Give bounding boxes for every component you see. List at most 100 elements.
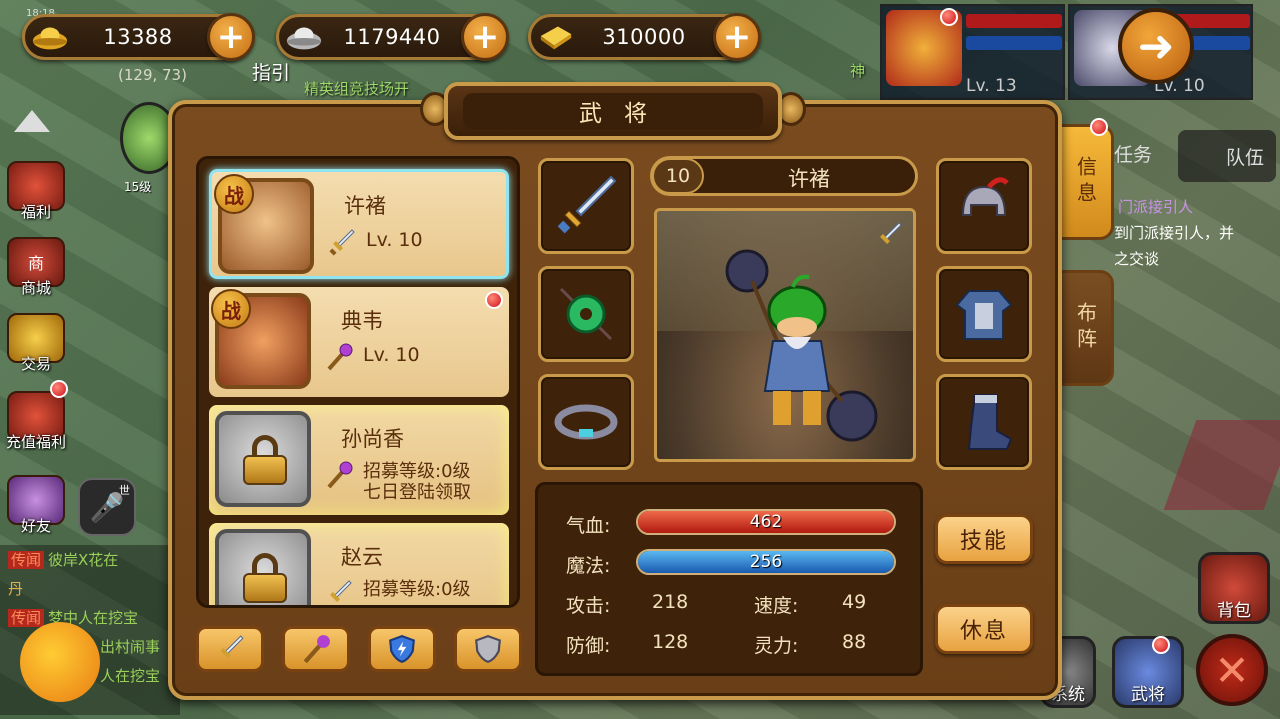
defense-label: 防御: <box>566 635 611 657</box>
equip-belt-slot[interactable] <box>538 374 634 470</box>
gold-ingot-icon <box>32 27 68 50</box>
hero-card-xuchu[interactable]: 战 许褚 Lv. 10 <box>209 169 509 279</box>
add-gold-ingot-button[interactable]: + <box>207 13 255 61</box>
equip-weapon-slot[interactable] <box>538 158 634 254</box>
sword-icon <box>330 580 352 602</box>
recruit-condition: 七日登陆领取 <box>363 482 471 503</box>
mall-button[interactable]: 商 商城 <box>2 226 70 298</box>
equip-boots-slot[interactable] <box>936 374 1032 470</box>
sword-icon <box>329 229 355 256</box>
skill-button[interactable]: 技能 <box>935 514 1033 564</box>
panel-title-plate: 武将 <box>444 82 782 140</box>
silver-ingot-currency: 1179440 + <box>276 13 509 61</box>
filter-shield-button[interactable] <box>454 626 522 672</box>
npc-level-text: 15级 <box>124 180 152 194</box>
hero-name: 赵云 <box>341 545 383 569</box>
belt-icon <box>554 404 618 440</box>
party-level: Lv. 13 <box>966 76 1017 96</box>
notification-dot <box>940 8 958 26</box>
expand-arrow-button[interactable]: ➜ <box>1118 8 1194 84</box>
plus-icon: + <box>470 17 500 57</box>
hero-list[interactable]: 战 许褚 Lv. 10 战 典韦 Lv. 10 孙尚香 招募等级:0级 七日登陆… <box>196 156 520 608</box>
collapse-arrow-icon[interactable] <box>14 110 50 132</box>
gold-ingot-currency: 13388 + <box>22 13 255 61</box>
hp-label: 气血: <box>566 515 611 537</box>
hp-value: 462 <box>749 512 783 532</box>
task-text-3: 之交谈 <box>1114 250 1160 268</box>
friends-button[interactable]: 好友 <box>2 464 70 536</box>
hero-card-sunshangxiang[interactable]: 孙尚香 招募等级:0级 七日登陆领取 <box>209 405 509 515</box>
rest-button[interactable]: 休息 <box>935 604 1033 654</box>
selected-hero-name: 许褚 <box>788 167 830 191</box>
hero-card-zhaoyun[interactable]: 赵云 招募等级:0级 <box>209 523 509 605</box>
panel-title: 武将 <box>463 93 763 129</box>
tab-formation[interactable]: 布阵 <box>1058 270 1114 386</box>
trade-button[interactable]: 交易 <box>2 302 70 374</box>
sword-icon <box>220 635 244 659</box>
spirit-value: 88 <box>842 631 867 653</box>
equip-accessory-slot[interactable] <box>538 266 634 362</box>
chat-line: 传闻 彼岸X花在 <box>0 545 180 574</box>
hero-filter-row <box>196 626 526 672</box>
close-menu-button[interactable]: ✕ <box>1196 634 1268 706</box>
hero-menu-button[interactable]: 武将 <box>1112 636 1184 708</box>
equip-armor-slot[interactable] <box>936 266 1032 362</box>
silver-ingot-icon <box>286 27 322 50</box>
add-silver-ingot-button[interactable]: + <box>461 13 509 61</box>
mascot-assistant-icon[interactable] <box>20 622 100 702</box>
notification-dot <box>1090 118 1108 136</box>
hero-stats-box: 气血: 462 魔法: 256 攻击: 218 速度: 49 防御: 128 灵… <box>535 482 923 676</box>
recharge-welfare-button[interactable]: 充值福利 <box>2 380 70 452</box>
selected-hero-header: 10 许褚 <box>650 156 918 196</box>
task-button[interactable]: 任务 <box>1114 140 1152 167</box>
guide-label[interactable]: 指引 <box>252 58 290 85</box>
tab-info[interactable]: 信息 <box>1058 124 1114 240</box>
gold-bar-icon <box>540 26 572 50</box>
hero-name: 典韦 <box>341 309 383 333</box>
notification-dot <box>485 291 503 309</box>
plus-icon: + <box>216 17 246 57</box>
blue-shield-icon <box>389 635 415 663</box>
silver-ingot-value: 1179440 <box>343 25 441 49</box>
hero-card-dianwei[interactable]: 战 典韦 Lv. 10 <box>209 287 509 397</box>
hp-gauge: 462 <box>636 509 896 535</box>
team-button[interactable]: 队伍 <box>1178 130 1276 182</box>
lock-icon <box>243 553 287 603</box>
defense-value: 128 <box>652 631 689 653</box>
jade-pendant-icon <box>559 287 613 341</box>
hero-model-view[interactable] <box>654 208 916 462</box>
chat-panel[interactable]: 传闻 彼岸X花在 丹 传闻 梦中人在挖宝 出村闹事 人在挖宝 <box>0 545 180 715</box>
speed-label: 速度: <box>754 595 799 617</box>
boots-icon <box>967 394 1013 450</box>
close-icon: ✕ <box>1214 645 1250 695</box>
hero-level: Lv. 10 <box>363 344 420 366</box>
filter-sword-button[interactable] <box>196 626 264 672</box>
party-member-1[interactable]: Lv. 13 <box>880 4 1065 100</box>
gray-shield-icon <box>475 635 501 663</box>
voice-chat-button[interactable]: 🎤 世 <box>78 478 136 536</box>
event-banner-text: 精英组竞技场开 <box>304 80 410 98</box>
add-gold-bar-button[interactable]: + <box>713 13 761 61</box>
task-text-1: 门派接引人 <box>1118 198 1194 216</box>
armor-icon <box>955 290 1013 340</box>
gold-bar-currency: 310000 + <box>528 13 761 61</box>
world-text-shen: 神 <box>850 62 866 80</box>
staff-icon <box>327 343 353 371</box>
mp-gauge: 256 <box>636 549 896 575</box>
hero-name: 许褚 <box>344 194 386 218</box>
party-hp-bar <box>966 14 1062 28</box>
task-text-2: 到门派接引人，并 <box>1114 224 1235 242</box>
bag-button[interactable]: 背包 <box>1198 552 1270 624</box>
attack-label: 攻击: <box>566 595 611 617</box>
equip-helmet-slot[interactable] <box>936 158 1032 254</box>
mp-value: 256 <box>749 552 783 572</box>
world-channel-tag: 世 <box>119 484 130 497</box>
filter-magic-shield-button[interactable] <box>368 626 436 672</box>
map-coordinates: (129, 73) <box>118 66 187 84</box>
sword-equipment-icon <box>557 175 617 234</box>
filter-staff-button[interactable] <box>282 626 350 672</box>
recruit-level: 招募等级:0级 <box>363 461 471 482</box>
welfare-button[interactable]: 福利 <box>2 150 70 222</box>
notification-dot <box>1152 636 1170 654</box>
chat-line: 传闻 梦中人在挖宝 <box>0 603 180 632</box>
